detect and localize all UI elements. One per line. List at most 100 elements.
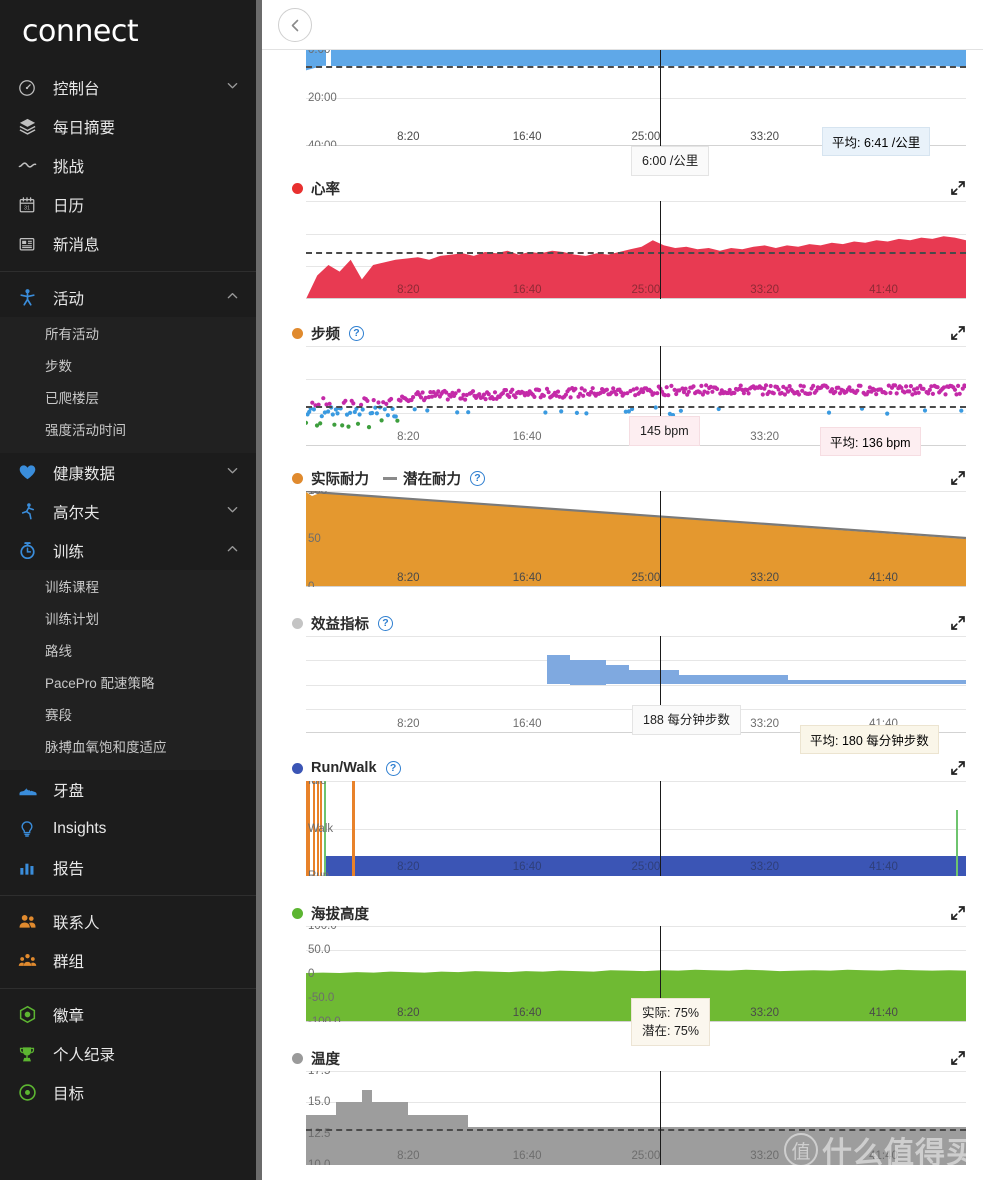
sidebar-item-活动[interactable]: 活动 bbox=[0, 278, 256, 317]
sidebar-item-目标[interactable]: 目标 bbox=[0, 1073, 256, 1112]
x-axis-label: 16:40 bbox=[512, 718, 542, 730]
help-icon-performance_condition[interactable]: ? bbox=[378, 615, 393, 631]
walk-bar-end bbox=[956, 809, 958, 876]
sidebar-subitem-训练课程[interactable]: 训练课程 bbox=[0, 572, 256, 604]
x-axis-label: 33:20 bbox=[750, 284, 780, 296]
sidebar-item-新消息[interactable]: 新消息 bbox=[0, 224, 256, 263]
tooltip-pace: 6:00 /公里 bbox=[631, 146, 710, 177]
sidebar-item-Insights[interactable]: Insights bbox=[0, 809, 256, 848]
chevron-down-icon[interactable] bbox=[226, 503, 240, 521]
sidebar-item-label: 徽章 bbox=[53, 1007, 85, 1025]
sidebar-item-每日摘要[interactable]: 每日摘要 bbox=[0, 107, 256, 146]
sidebar-item-个人纪录[interactable]: 个人纪录 bbox=[0, 1034, 256, 1073]
sidebar-item-label: 挑战 bbox=[53, 158, 85, 176]
y-axis-label: 100 bbox=[308, 491, 328, 497]
chart-header-run_walk: Run/Walk? bbox=[278, 755, 967, 781]
sidebar-item-徽章[interactable]: 徽章 bbox=[0, 995, 256, 1034]
plot-stamina: 100 50 0 8:20 16:40 25:00 33:20 41:40 bbox=[306, 491, 966, 587]
y-axis-label: Run bbox=[308, 870, 330, 876]
target-icon bbox=[18, 1083, 44, 1102]
sidebar-subitem-PacePro 配速策略[interactable]: PacePro 配速策略 bbox=[0, 668, 256, 700]
sidebar-item-label: 健康数据 bbox=[53, 465, 116, 483]
sidebar-item-牙盘[interactable]: 牙盘 bbox=[0, 770, 256, 809]
x-axis-label: 8:20 bbox=[397, 1150, 420, 1162]
sidebar-item-label: 每日摘要 bbox=[53, 119, 116, 137]
y-axis-label: 50 bbox=[308, 533, 321, 545]
sidebar-item-日历[interactable]: 31 日历 bbox=[0, 185, 256, 224]
x-axis-label: 8:20 bbox=[397, 1007, 420, 1019]
cursor-line[interactable] bbox=[660, 201, 662, 299]
sidebar-subitem-所有活动[interactable]: 所有活动 bbox=[0, 319, 256, 351]
avg-line bbox=[306, 406, 966, 408]
expand-icon-cadence[interactable] bbox=[949, 324, 967, 342]
pc-step-1 bbox=[570, 660, 607, 685]
sidebar-item-训练[interactable]: 训练 bbox=[0, 531, 256, 570]
cursor-line[interactable] bbox=[660, 781, 662, 876]
x-axis-label: 33:20 bbox=[750, 431, 780, 443]
x-axis-label: 16:40 bbox=[512, 431, 542, 443]
sidebar-subitem-强度活动时间[interactable]: 强度活动时间 bbox=[0, 415, 256, 447]
contacts-icon bbox=[18, 912, 44, 931]
chevron-up-icon[interactable] bbox=[226, 542, 240, 560]
sidebar-subitem-赛段[interactable]: 赛段 bbox=[0, 700, 256, 732]
cursor-line[interactable] bbox=[660, 50, 662, 146]
sidebar-item-健康数据[interactable]: 健康数据 bbox=[0, 453, 256, 492]
gridline bbox=[306, 1071, 966, 1072]
person-icon bbox=[18, 288, 44, 307]
gridline bbox=[306, 660, 966, 662]
help-icon-run_walk[interactable]: ? bbox=[385, 760, 401, 776]
sidebar: connect 控制台每日摘要挑战 31 日历 新消息活动 所有活动 步数 已爬楼层 强度活动… bbox=[0, 0, 262, 1180]
sidebar-item-控制台[interactable]: 控制台 bbox=[0, 68, 256, 107]
groups-icon bbox=[18, 951, 44, 970]
brand-text: connect bbox=[22, 13, 139, 49]
sidebar-item-群组[interactable]: 群组 bbox=[0, 941, 256, 980]
help-icon-stamina[interactable]: ? bbox=[470, 470, 485, 486]
expand-icon-elevation[interactable] bbox=[949, 904, 967, 922]
x-axis-label: 16:40 bbox=[512, 572, 542, 584]
expand-icon-performance_condition[interactable] bbox=[949, 614, 967, 632]
pc-step-0 bbox=[546, 655, 570, 685]
sidebar-item-label: Insights bbox=[53, 819, 107, 837]
sidebar-subitem-路线[interactable]: 路线 bbox=[0, 636, 256, 668]
chevron-down-icon[interactable] bbox=[226, 79, 240, 97]
plot-wrap-heart_rate: 1751501251008:2016:4025:0033:2041:40 bbox=[278, 201, 967, 299]
sidebar-subitem-训练计划[interactable]: 训练计划 bbox=[0, 604, 256, 636]
brand-logo[interactable]: connect bbox=[0, 0, 256, 62]
pc-step-4 bbox=[678, 674, 788, 685]
expand-icon-heart_rate[interactable] bbox=[949, 179, 967, 197]
x-axis-label: 25:00 bbox=[631, 1150, 661, 1162]
sidebar-item-挑战[interactable]: 挑战 bbox=[0, 146, 256, 185]
expand-icon-run_walk[interactable] bbox=[949, 759, 967, 777]
chevron-up-icon[interactable] bbox=[226, 289, 240, 307]
sidebar-item-联系人[interactable]: 联系人 bbox=[0, 902, 256, 941]
tooltip-cadence: 188 每分钟步数 bbox=[632, 705, 741, 736]
sidebar-item-报告[interactable]: 报告 bbox=[0, 848, 256, 887]
sidebar-item-label: 控制台 bbox=[53, 80, 100, 98]
avg-label-heart_rate: 平均: 136 bpm bbox=[820, 427, 921, 456]
pc-step-5 bbox=[787, 679, 966, 685]
x-axis-label: 41:40 bbox=[869, 1150, 898, 1162]
pc-step-3 bbox=[629, 669, 679, 685]
stamina-legend-dash bbox=[383, 476, 397, 480]
chart-header-performance_condition: 效益指标? bbox=[278, 610, 967, 636]
y-axis-label: 20:00 bbox=[308, 92, 337, 104]
expand-icon-temperature[interactable] bbox=[949, 1049, 967, 1067]
avg-line bbox=[306, 1128, 966, 1131]
gridline bbox=[306, 636, 966, 637]
y-axis-label: 0:00 bbox=[308, 50, 331, 56]
expand-icon-stamina[interactable] bbox=[949, 469, 967, 487]
chart-header-cadence: 步频? bbox=[278, 320, 967, 346]
sidebar-subitem-步数[interactable]: 步数 bbox=[0, 351, 256, 383]
cursor-line[interactable] bbox=[660, 1071, 662, 1165]
cursor-line[interactable] bbox=[660, 491, 662, 587]
back-button[interactable] bbox=[278, 8, 312, 42]
help-icon-cadence[interactable]: ? bbox=[349, 325, 364, 341]
chevron-down-icon[interactable] bbox=[226, 464, 240, 482]
sidebar-subitem-已爬楼层[interactable]: 已爬楼层 bbox=[0, 383, 256, 415]
chart-title-heart_rate: 心率 bbox=[311, 181, 340, 198]
sidebar-subitem-脉搏血氧饱和度适应[interactable]: 脉搏血氧饱和度适应 bbox=[0, 732, 256, 764]
plot-wrap-stamina: 100 50 0 8:20 16:40 25:00 33:20 41:40 bbox=[278, 491, 967, 587]
y-axis-label: -100.0 bbox=[308, 1016, 341, 1022]
sidebar-item-高尔夫[interactable]: 高尔夫 bbox=[0, 492, 256, 531]
x-axis-label: 25:00 bbox=[631, 131, 661, 143]
